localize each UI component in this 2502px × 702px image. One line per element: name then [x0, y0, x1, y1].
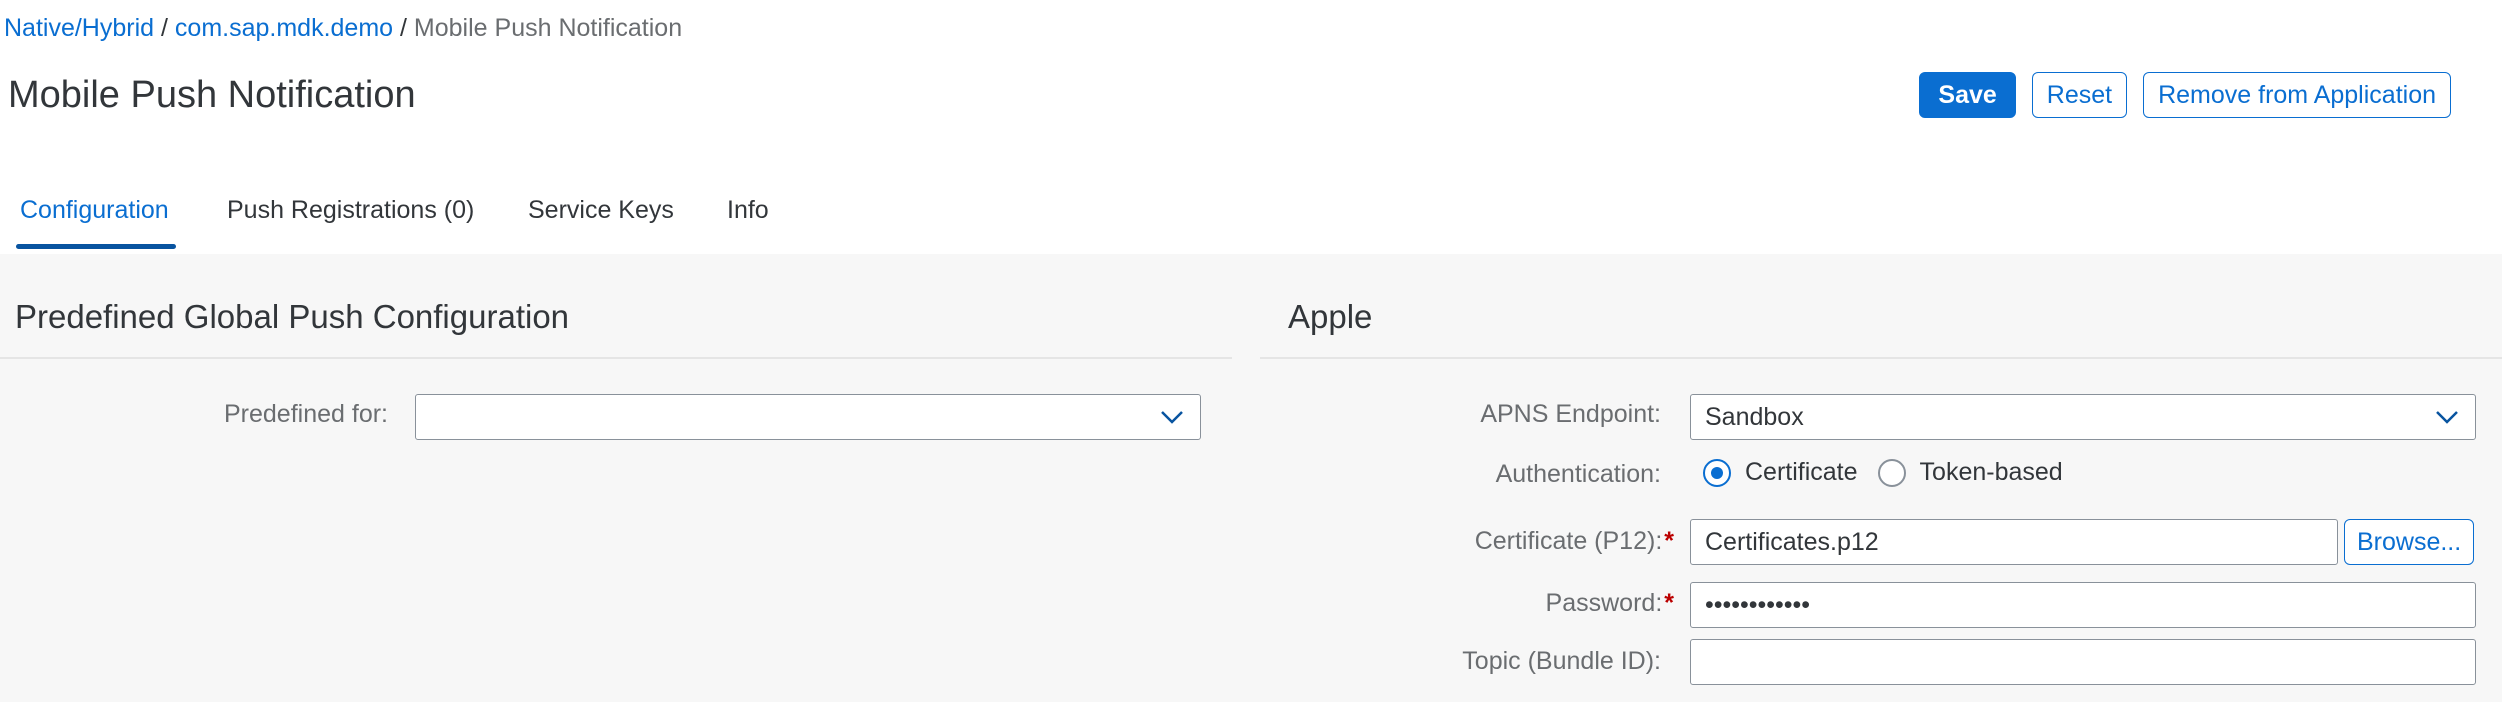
global-push-config-title: Predefined Global Push Configuration [15, 298, 570, 335]
section-divider [0, 357, 1232, 359]
predefined-for-select[interactable] [415, 394, 1201, 440]
certificate-label-text: Certificate (P12): [1474, 527, 1663, 555]
auth-option-certificate[interactable]: Certificate [1703, 458, 1858, 487]
radio-selected-icon[interactable] [1703, 458, 1731, 487]
apns-endpoint-value: Sandbox [1705, 402, 1804, 431]
auth-option-token-based-label: Token-based [1919, 458, 2063, 486]
apple-section-title: Apple [1288, 298, 1373, 335]
authentication-radio-group: Certificate Token-based [1703, 458, 2083, 487]
certificate-value: Certificates.p12 [1705, 527, 1879, 556]
configuration-panel: Predefined Global Push Configuration Pre… [0, 254, 2502, 702]
topic-label: Topic (Bundle ID): [1462, 647, 1661, 675]
reset-button[interactable]: Reset [2031, 72, 2128, 118]
breadcrumb-current: Mobile Push Notification [413, 14, 683, 42]
chevron-down-icon [1158, 403, 1186, 431]
breadcrumb-separator: / [400, 14, 407, 42]
tab-info[interactable]: Info [727, 196, 769, 225]
breadcrumb-link-native-hybrid[interactable]: Native/Hybrid [4, 14, 154, 42]
certificate-input[interactable]: Certificates.p12 [1690, 519, 2338, 565]
password-label: Password:* [1546, 589, 1674, 618]
section-divider [1260, 357, 2502, 359]
topic-input[interactable] [1690, 639, 2476, 685]
password-value: •••••••••••• [1705, 590, 1811, 619]
required-marker: * [1664, 527, 1674, 555]
required-marker: * [1664, 589, 1674, 617]
header-actions: Save Reset Remove from Application [1919, 72, 2451, 118]
tab-configuration[interactable]: Configuration [20, 196, 169, 225]
apns-endpoint-label: APNS Endpoint: [1480, 400, 1661, 428]
predefined-for-label: Predefined for: [224, 400, 388, 428]
tab-bar: Configuration Push Registrations (0) Ser… [0, 170, 2502, 254]
apns-endpoint-select[interactable]: Sandbox [1690, 394, 2476, 440]
active-tab-indicator [16, 244, 176, 249]
authentication-label: Authentication: [1495, 460, 1661, 488]
breadcrumb: Native/Hybrid / com.sap.mdk.demo / Mobil… [4, 14, 682, 43]
remove-from-application-button[interactable]: Remove from Application [2143, 72, 2451, 118]
page-title: Mobile Push Notification [8, 74, 416, 116]
tab-push-registrations[interactable]: Push Registrations (0) [227, 196, 474, 225]
breadcrumb-separator: / [161, 14, 168, 42]
radio-unselected-icon[interactable] [1877, 458, 1906, 487]
save-button[interactable]: Save [1919, 72, 2016, 118]
chevron-down-icon [2433, 403, 2461, 431]
password-label-text: Password: [1545, 589, 1663, 617]
auth-option-certificate-label: Certificate [1745, 458, 1858, 486]
browse-button[interactable]: Browse... [2344, 519, 2475, 565]
breadcrumb-link-app[interactable]: com.sap.mdk.demo [175, 14, 393, 42]
password-input[interactable]: •••••••••••• [1690, 582, 2476, 628]
auth-option-token-based[interactable]: Token-based [1877, 458, 2063, 487]
tab-service-keys[interactable]: Service Keys [528, 196, 674, 225]
certificate-label: Certificate (P12):* [1475, 527, 1674, 556]
